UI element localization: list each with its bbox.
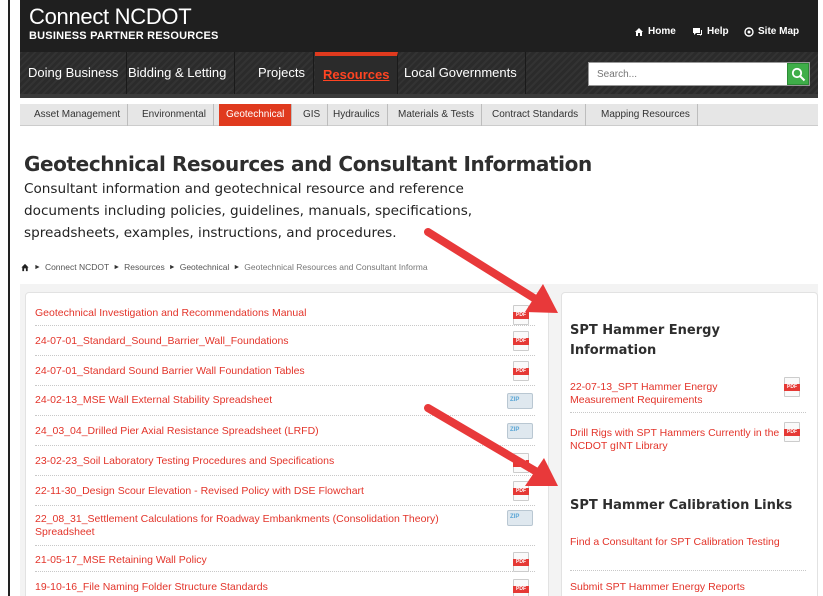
pdf-icon[interactable] bbox=[513, 305, 529, 325]
pdf-icon[interactable] bbox=[513, 331, 529, 351]
list-item: 23-02-23_Soil Laboratory Testing Procedu… bbox=[35, 446, 535, 476]
home-link[interactable]: Home bbox=[634, 26, 676, 37]
document-link[interactable]: 22_08_31_Settlement Calculations for Roa… bbox=[35, 513, 535, 539]
pdf-icon[interactable] bbox=[513, 453, 529, 473]
page-intro: Consultant information and geotechnical … bbox=[24, 181, 473, 241]
brand-subtitle: BUSINESS PARTNER RESOURCES bbox=[29, 30, 219, 42]
document-link[interactable]: 24-02-13_MSE Wall External Stability Spr… bbox=[35, 394, 535, 407]
home-icon bbox=[635, 27, 643, 36]
zip-icon[interactable] bbox=[507, 393, 533, 409]
sitemap-icon bbox=[744, 26, 754, 37]
brand-title[interactable]: Connect NCDOT bbox=[29, 4, 192, 30]
window-edge bbox=[8, 0, 10, 596]
list-item: Geotechnical Investigation and Recommend… bbox=[35, 302, 535, 326]
find-consultant-link[interactable]: Find a Consultant for SPT Calibration Te… bbox=[570, 536, 790, 549]
list-item: 24-02-13_MSE Wall External Stability Spr… bbox=[35, 386, 535, 416]
breadcrumb-resources[interactable]: Resources bbox=[124, 262, 165, 272]
help-label: Help bbox=[707, 26, 729, 37]
document-link[interactable]: 19-10-16_File Naming Folder Structure St… bbox=[35, 581, 535, 594]
subnav-contract-standards[interactable]: Contract Standards bbox=[485, 104, 587, 126]
subnav-mapping-resources[interactable]: Mapping Resources bbox=[594, 104, 698, 126]
document-link[interactable]: 21-05-17_MSE Retaining Wall Policy bbox=[35, 554, 535, 567]
breadcrumb-separator-icon: ► bbox=[34, 263, 41, 271]
pdf-icon[interactable] bbox=[513, 361, 529, 381]
home-label: Home bbox=[648, 26, 676, 37]
document-link[interactable]: 22-11-30_Design Scour Elevation - Revise… bbox=[35, 485, 535, 498]
breadcrumb: ► Connect NCDOT ► Resources ► Geotechnic… bbox=[20, 262, 428, 272]
calibration-section-title: SPT Hammer Calibration Links bbox=[570, 498, 793, 513]
breadcrumb-connect-ncdot[interactable]: Connect NCDOT bbox=[45, 262, 109, 272]
list-item: 22_08_31_Settlement Calculations for Roa… bbox=[35, 506, 535, 546]
nav-resources[interactable]: Resources bbox=[315, 52, 399, 94]
document-link[interactable]: 24_03_04_Drilled Pier Axial Resistance S… bbox=[35, 425, 535, 438]
document-list: Geotechnical Investigation and Recommend… bbox=[35, 302, 535, 596]
breadcrumb-current: Geotechnical Resources and Consultant In… bbox=[244, 262, 428, 272]
list-item: 24_03_04_Drilled Pier Axial Resistance S… bbox=[35, 416, 535, 446]
zip-icon[interactable] bbox=[507, 510, 533, 526]
subnav-asset-management[interactable]: Asset Management bbox=[27, 104, 129, 126]
pdf-icon[interactable] bbox=[784, 422, 800, 442]
subnav-materials-tests[interactable]: Materials & Tests bbox=[391, 104, 482, 126]
nav-bidding-letting[interactable]: Bidding & Letting bbox=[120, 52, 236, 94]
pdf-icon[interactable] bbox=[513, 552, 529, 572]
document-link[interactable]: Geotechnical Investigation and Recommend… bbox=[35, 307, 535, 320]
pdf-icon[interactable] bbox=[513, 481, 529, 501]
home-icon[interactable] bbox=[20, 263, 30, 272]
sub-nav: Asset Management Environmental Geotechni… bbox=[20, 104, 818, 126]
page-title: Geotechnical Resources and Consultant In… bbox=[24, 152, 592, 176]
page: Connect NCDOT BUSINESS PARTNER RESOURCES… bbox=[0, 0, 823, 596]
list-item: 19-10-16_File Naming Folder Structure St… bbox=[35, 572, 535, 596]
list-item: 24-07-01_Standard_Sound_Barrier_Wall_Fou… bbox=[35, 326, 535, 356]
subnav-hydraulics[interactable]: Hydraulics bbox=[326, 104, 388, 126]
zip-icon[interactable] bbox=[507, 423, 533, 439]
submit-reports-link[interactable]: Submit SPT Hammer Energy Reports bbox=[570, 581, 800, 594]
list-item: 21-05-17_MSE Retaining Wall Policy bbox=[35, 546, 535, 572]
breadcrumb-separator-icon: ► bbox=[233, 263, 241, 271]
nav-projects[interactable]: Projects bbox=[250, 52, 314, 94]
pdf-icon[interactable] bbox=[784, 377, 800, 397]
subnav-geotechnical[interactable]: Geotechnical bbox=[219, 104, 293, 126]
pdf-icon[interactable] bbox=[513, 579, 529, 596]
document-link[interactable]: 24-07-01_Standard Sound Barrier Wall Fou… bbox=[35, 365, 535, 378]
breadcrumb-separator-icon: ► bbox=[113, 263, 121, 271]
subnav-gis[interactable]: GIS bbox=[296, 104, 329, 126]
sitemap-link[interactable]: Site Map bbox=[744, 26, 799, 37]
energy-section-title: SPT Hammer Energy Information bbox=[570, 323, 720, 358]
search-box bbox=[588, 62, 810, 86]
energy-requirements-link[interactable]: 22-07-13_SPT Hammer Energy Measurement R… bbox=[570, 381, 760, 407]
site-header: Connect NCDOT BUSINESS PARTNER RESOURCES… bbox=[20, 0, 818, 52]
breadcrumb-separator-icon: ► bbox=[168, 263, 176, 271]
sitemap-label: Site Map bbox=[758, 26, 800, 37]
divider bbox=[570, 570, 806, 571]
document-link[interactable]: 24-07-01_Standard_Sound_Barrier_Wall_Fou… bbox=[35, 335, 535, 348]
search-input[interactable] bbox=[589, 63, 785, 85]
chat-icon bbox=[693, 27, 702, 36]
search-icon bbox=[791, 67, 806, 82]
nav-local-governments[interactable]: Local Governments bbox=[396, 52, 526, 94]
document-link[interactable]: 23-02-23_Soil Laboratory Testing Procedu… bbox=[35, 455, 535, 468]
list-item: 24-07-01_Standard Sound Barrier Wall Fou… bbox=[35, 356, 535, 386]
list-item: 22-11-30_Design Scour Elevation - Revise… bbox=[35, 476, 535, 506]
help-link[interactable]: Help bbox=[692, 26, 729, 37]
divider bbox=[570, 412, 806, 413]
search-button[interactable] bbox=[787, 63, 809, 85]
nav-doing-business[interactable]: Doing Business bbox=[20, 52, 128, 94]
breadcrumb-geotechnical[interactable]: Geotechnical bbox=[180, 262, 230, 272]
drill-rigs-link[interactable]: Drill Rigs with SPT Hammers Currently in… bbox=[570, 427, 780, 453]
main-nav: Doing Business Bidding & Letting Project… bbox=[20, 52, 818, 98]
subnav-environmental[interactable]: Environmental bbox=[135, 104, 214, 126]
